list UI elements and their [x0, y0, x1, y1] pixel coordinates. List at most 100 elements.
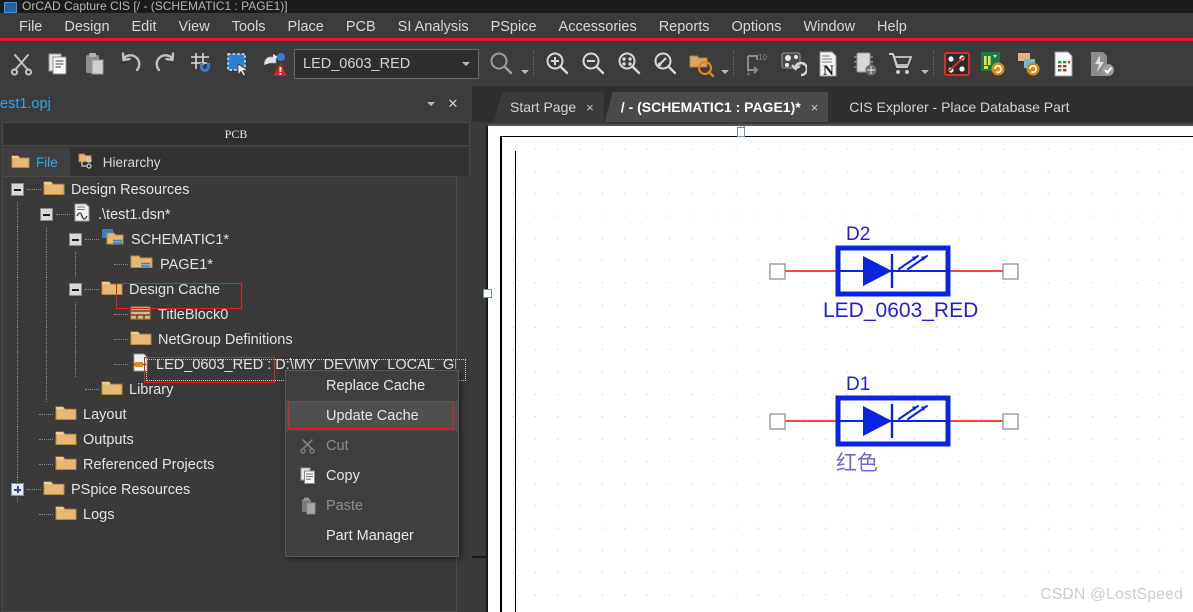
search-icon[interactable] — [483, 45, 519, 83]
context-menu-item-replace-cache[interactable]: Replace Cache — [286, 371, 458, 401]
folder-icon — [130, 329, 152, 350]
tab-cis-explorer[interactable]: CIS Explorer - Place Database Part — [829, 92, 1079, 122]
pcb-sync-icon[interactable] — [975, 45, 1011, 83]
context-menu-item-cut: Cut — [286, 431, 458, 461]
close-icon[interactable]: × — [811, 100, 819, 115]
tree-item-label: Logs — [83, 507, 114, 523]
bom-cart-icon[interactable] — [883, 45, 919, 83]
menu-accessories[interactable]: Accessories — [548, 16, 648, 38]
menu-file[interactable]: File — [8, 16, 53, 38]
menu-pspice[interactable]: PSpice — [480, 16, 548, 38]
tree-toggle-minus[interactable] — [69, 233, 82, 246]
schematic-part-d1[interactable]: D1 红色 — [758, 376, 1028, 486]
tree-toggle-plus[interactable] — [11, 483, 24, 496]
tree-connector — [39, 427, 55, 452]
schematic-page[interactable]: 5 — [486, 124, 1193, 612]
menu-window[interactable]: Window — [792, 16, 866, 38]
part-name-combo[interactable]: LED_0603_RED — [294, 49, 479, 79]
select-area-icon[interactable] — [220, 45, 256, 83]
document-tab-strip: Start Page × / - (SCHEMATIC1 : PAGE1)* ×… — [472, 86, 1193, 122]
close-icon[interactable]: × — [586, 100, 594, 115]
menu-help[interactable]: Help — [866, 16, 918, 38]
part-name-value[interactable]: LED_0603_RED — [303, 56, 458, 72]
zoom-dropdown-caret[interactable] — [719, 45, 730, 83]
tree-item-label: Design Resources — [71, 182, 189, 198]
context-menu-item-update-cache[interactable]: Update Cache — [286, 401, 458, 431]
chevron-down-icon[interactable] — [458, 50, 474, 78]
menu-item-label: Replace Cache — [322, 378, 425, 394]
application-window: OrCAD Capture CIS [/ - (SCHEMATIC1 : PAG… — [0, 0, 1193, 612]
spreadsheet-icon[interactable] — [1047, 45, 1083, 83]
chevron-down-icon[interactable] — [420, 93, 442, 115]
zoom-to-fit-icon[interactable] — [611, 45, 647, 83]
zoom-to-region-icon[interactable] — [647, 45, 683, 83]
tab-schematic1-page1[interactable]: / - (SCHEMATIC1 : PAGE1)* × — [605, 92, 829, 122]
tree-item-label: PAGE1* — [160, 257, 213, 273]
menu-view[interactable]: View — [168, 16, 221, 38]
toolbar-separator-1 — [533, 51, 536, 77]
flow-icon[interactable] — [1083, 45, 1119, 83]
context-menu-item-paste: Paste — [286, 491, 458, 521]
tree-connector — [56, 202, 72, 227]
part-icon[interactable] — [847, 45, 883, 83]
panel-tab-hierarchy[interactable]: Hierarchy — [70, 148, 173, 176]
snap-to-grid-icon[interactable] — [184, 45, 220, 83]
zoom-in-icon[interactable] — [539, 45, 575, 83]
zoom-selection-icon[interactable] — [683, 45, 719, 83]
svg-text:N: N — [823, 63, 834, 78]
main-toolbar: LED_0603_RED — [0, 41, 1193, 86]
folder-icon — [11, 153, 30, 172]
tree-item-label: TitleBlock0 — [158, 307, 228, 323]
folder-icon — [101, 379, 123, 400]
tree-item-design-resources[interactable]: Design Resources — [3, 177, 456, 202]
package-sync-icon[interactable] — [1011, 45, 1047, 83]
tree-item-page1[interactable]: PAGE1* — [3, 252, 456, 277]
netlist-icon[interactable]: N — [811, 45, 847, 83]
schematic-canvas-area[interactable]: 5 — [472, 122, 1193, 612]
tree-toggle-minus[interactable] — [69, 283, 82, 296]
undo-icon[interactable] — [112, 45, 148, 83]
tree-toggle-minus[interactable] — [11, 183, 24, 196]
panel-tab-file[interactable]: File — [3, 148, 70, 176]
paste-icon — [294, 497, 322, 515]
menu-tools[interactable]: Tools — [221, 16, 277, 38]
tree-item-test1-dsn[interactable]: .\test1.dsn* — [3, 202, 456, 227]
tree-connector — [85, 227, 101, 252]
tree-item-design-cache[interactable]: Design Cache — [3, 277, 456, 302]
context-menu[interactable]: Replace Cache Update Cache Cut — [285, 370, 459, 557]
search-dropdown-caret[interactable] — [519, 45, 530, 83]
menu-place[interactable]: Place — [277, 16, 335, 38]
menu-pcb[interactable]: PCB — [335, 16, 387, 38]
cut-icon[interactable] — [4, 45, 40, 83]
toolbar-separator-2 — [733, 51, 736, 77]
tree-toggle-minus[interactable] — [40, 208, 53, 221]
tab-start-page[interactable]: Start Page × — [494, 92, 604, 122]
back-annotate-icon[interactable] — [775, 45, 811, 83]
tree-item-schematic1[interactable]: SCHEMATIC1* — [3, 227, 456, 252]
tree-item-titleblock0[interactable]: TitleBlock0 — [3, 302, 456, 327]
canvas-splitter[interactable] — [472, 556, 486, 558]
redo-icon[interactable] — [148, 45, 184, 83]
tree-connector — [114, 252, 130, 277]
menu-design[interactable]: Design — [53, 16, 120, 38]
part-designator-d2: D2 — [846, 224, 870, 246]
folder-icon — [55, 404, 77, 425]
pcb-editor-icon[interactable] — [939, 45, 975, 83]
drc-icon[interactable] — [256, 45, 292, 83]
copy-icon[interactable] — [40, 45, 76, 83]
paste-icon[interactable] — [76, 45, 112, 83]
close-icon[interactable]: ✕ — [442, 93, 464, 115]
schematic-part-d2[interactable]: D2 LED_0603_RED — [758, 226, 1028, 336]
design-icon — [72, 203, 92, 226]
menu-si-analysis[interactable]: SI Analysis — [387, 16, 480, 38]
tree-item-netgroup-definitions[interactable]: NetGroup Definitions — [3, 327, 456, 352]
bom-dropdown-caret[interactable] — [919, 45, 930, 83]
context-menu-item-copy[interactable]: Copy — [286, 461, 458, 491]
context-menu-item-part-manager[interactable]: Part Manager — [286, 521, 458, 551]
tree-connector — [39, 452, 55, 477]
menu-options[interactable]: Options — [720, 16, 792, 38]
annotate-icon[interactable]: 10 1 — [739, 45, 775, 83]
zoom-out-icon[interactable] — [575, 45, 611, 83]
menu-reports[interactable]: Reports — [648, 16, 721, 38]
menu-edit[interactable]: Edit — [121, 16, 168, 38]
